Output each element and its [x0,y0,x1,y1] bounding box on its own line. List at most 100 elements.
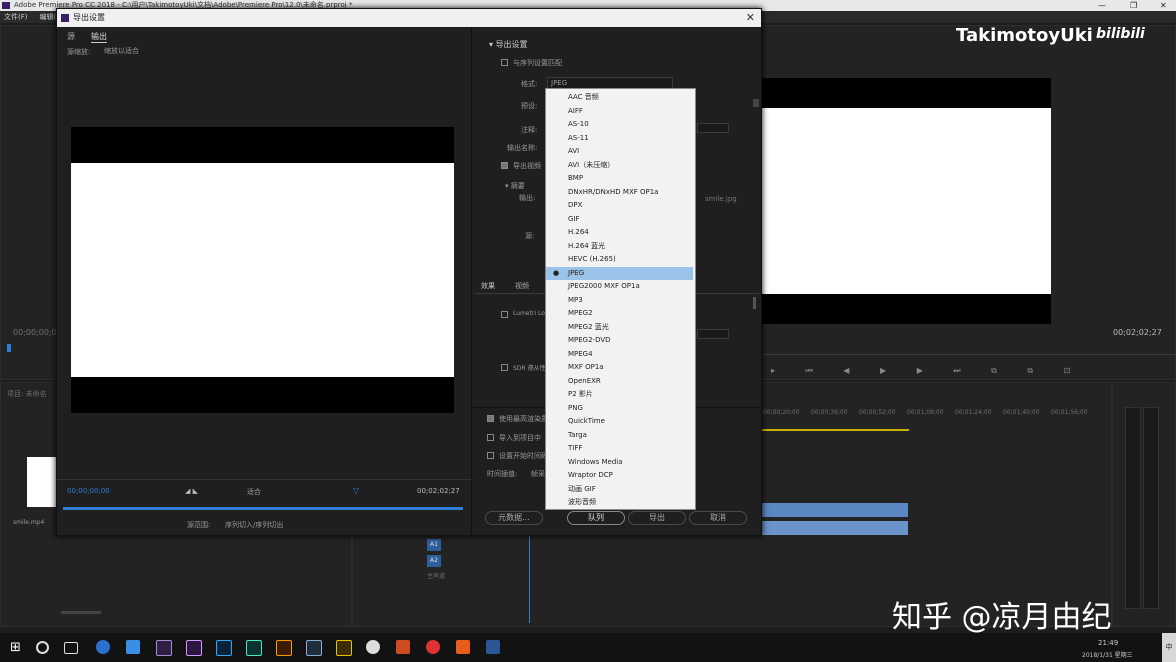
mark-in-out-icon[interactable]: ◢ ◣ [185,487,198,495]
format-option[interactable]: Targa [546,429,693,442]
dialog-splitter[interactable] [471,27,472,535]
format-option[interactable]: MXF OP1a [546,361,693,374]
start-timecode-checkbox[interactable] [487,452,494,459]
netease-music-icon[interactable] [426,640,440,654]
task-view-icon[interactable] [64,642,78,654]
audition-icon[interactable] [246,640,262,656]
zoom-slider[interactable] [61,611,101,614]
format-option[interactable]: H.264 [546,226,693,239]
export-settings-header[interactable]: ▾ 导出设置 [489,39,528,50]
comments-field[interactable] [697,123,729,133]
format-option[interactable]: MPEG2 蓝光 [546,321,693,334]
tab-source[interactable]: 源 [67,31,75,42]
tab-video[interactable]: 视频 [515,281,529,291]
format-option[interactable]: 波形音频 [546,496,693,509]
fit-dropdown[interactable]: 适合 [247,487,261,497]
timeline-ruler[interactable]: 00;00;20;00 00;00;36;00 00;00;52;00 00;0… [763,409,1103,421]
settings-scrollbar[interactable] [753,297,756,309]
work-area-bar[interactable] [761,429,909,431]
maximize-icon[interactable]: ❐ [1130,0,1137,11]
format-option[interactable]: DPX [546,199,693,212]
sdr-checkbox[interactable] [501,364,508,371]
format-option[interactable]: PNG [546,402,693,415]
audio-clip[interactable] [761,521,908,535]
format-option[interactable]: AVI [546,145,693,158]
store-icon[interactable] [126,640,140,654]
format-option[interactable]: MPEG2 [546,307,693,320]
lumetri-checkbox[interactable] [501,311,508,318]
minimize-icon[interactable]: — [1098,0,1106,11]
format-option-selected[interactable]: ● JPEG [546,266,693,280]
match-sequence-checkbox[interactable] [501,59,508,66]
format-option[interactable]: 动画 GIF [546,483,693,496]
format-option[interactable]: QuickTime [546,415,693,428]
app-icon-10[interactable] [366,640,380,654]
format-option[interactable]: AS-11 [546,132,693,145]
format-option[interactable]: HEVC (H.265) [546,253,693,266]
format-option[interactable]: BMP [546,172,693,185]
bridge-icon[interactable] [336,640,352,656]
source-scaling-dropdown[interactable]: 缩放以适合 [101,46,227,57]
close-app-icon[interactable]: ✕ [1160,0,1167,11]
tab-output[interactable]: 输出 [91,31,107,43]
format-option[interactable]: MPEG2-DVD [546,334,693,347]
transport-controls[interactable]: ▸ ⏮ ◀ ▶ ▶ ⏭ ⧉ ⧉ ⊡ [771,366,1161,376]
notification-icon[interactable]: 中 [1162,633,1176,662]
app-icon-8[interactable] [306,640,322,656]
adobe-media-encoder-icon[interactable] [156,640,172,656]
cortana-search-icon[interactable] [36,641,49,654]
video-clip[interactable] [761,503,908,517]
format-option[interactable]: MPEG4 [546,348,693,361]
summary-header[interactable]: ▾ 摘要 [505,181,525,191]
lumetri-field[interactable] [697,329,729,339]
browser-icon[interactable] [96,640,110,654]
source-playhead[interactable] [7,344,11,352]
format-option[interactable]: Windows Media [546,456,693,469]
format-option[interactable]: H.264 蓝光 [546,240,693,253]
export-video-checkbox[interactable] [501,162,508,169]
track-a2-target[interactable]: A2 [427,555,441,567]
app-icon-13[interactable] [456,640,470,654]
format-option[interactable]: JPEG2000 MXF OP1a [546,280,693,293]
format-option[interactable]: OpenEXR [546,375,693,388]
powerpoint-icon[interactable] [396,640,410,654]
tab-effects[interactable]: 效果 [481,281,495,291]
format-option[interactable]: AS-10 [546,118,693,131]
metadata-button[interactable]: 元数据... [485,511,543,525]
save-preset-icon[interactable] [753,99,759,107]
format-option[interactable]: P2 影片 [546,388,693,401]
program-scrubber[interactable] [761,354,1176,355]
clock-time[interactable]: 21:49 [1098,639,1118,647]
format-option[interactable]: AAC 音频 [546,91,693,104]
track-a1-target[interactable]: A1 [427,539,441,551]
illustrator-icon[interactable] [276,640,292,656]
photoshop-icon[interactable] [216,640,232,656]
preview-scrubber[interactable] [63,507,463,510]
export-button[interactable]: 导出 [628,511,686,525]
clip-thumbnail[interactable] [27,457,57,507]
import-project-checkbox[interactable] [487,434,494,441]
source-range-dropdown[interactable]: 序列切入/序列切出 [225,520,283,530]
timeline-playhead[interactable] [529,523,530,623]
format-dropdown-list[interactable]: AAC 音频 AIFF AS-10 AS-11 AVI AVI（未压缩） BMP… [545,88,696,510]
cancel-button[interactable]: 取消 [689,511,747,525]
format-option[interactable]: Wraptor DCP [546,469,693,482]
format-option[interactable]: TIFF [546,442,693,455]
format-option[interactable]: DNxHR/DNxHD MXF OP1a [546,186,693,199]
queue-button[interactable]: 队列 [567,511,625,525]
max-quality-checkbox[interactable] [487,415,494,422]
marker-icon[interactable]: ▽ [353,486,359,495]
word-icon[interactable] [486,640,500,654]
source-monitor-panel: 00;00;00;00 [0,25,62,380]
menu-file[interactable]: 文件(F) [4,13,28,21]
start-windows-icon[interactable]: ⊞ [10,641,24,655]
format-option[interactable]: AIFF [546,105,693,118]
project-tab[interactable]: 项目: 未命名 [7,389,47,399]
clock-date[interactable]: 2018/1/31 星期三 [1082,650,1133,659]
format-option[interactable]: AVI（未压缩） [546,159,693,172]
dialog-close-icon[interactable]: ✕ [746,9,755,27]
format-option[interactable]: MP3 [546,294,693,307]
format-option[interactable]: GIF [546,213,693,226]
current-timecode[interactable]: 00;00;00;00 [67,487,110,495]
premiere-taskbar-icon[interactable] [186,640,202,656]
